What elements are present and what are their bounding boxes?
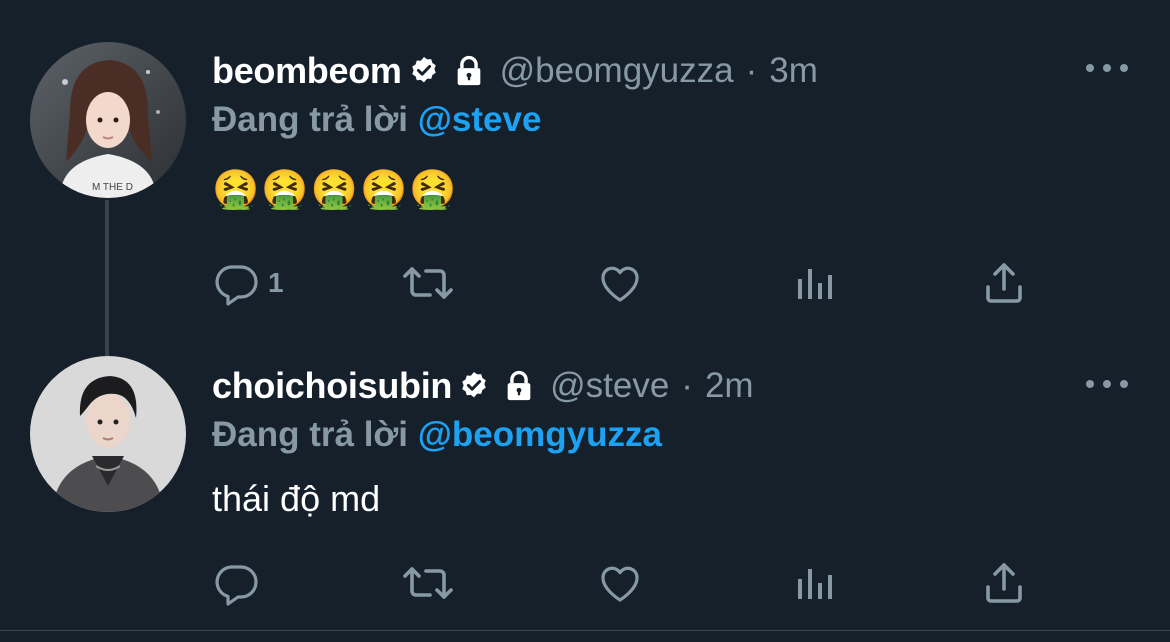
analytics-button[interactable] (790, 558, 838, 608)
separator-dot: · (745, 51, 758, 90)
separator-dot: · (681, 366, 693, 405)
share-icon (986, 563, 1022, 603)
handle[interactable]: @beomgyuzza (500, 51, 734, 91)
analytics-icon (798, 569, 832, 599)
analytics-icon (798, 269, 832, 299)
display-name[interactable]: beombeom (212, 50, 402, 92)
reply-bubble-icon (215, 565, 258, 606)
tweet-thread: M THE D beombeom @beomgyuzza · 3m Đang t… (0, 0, 1170, 642)
heart-icon (601, 566, 639, 602)
tweet-text: thái độ md (212, 478, 381, 519)
share-icon (986, 263, 1022, 303)
reply-button[interactable]: 1 (212, 258, 284, 308)
display-name[interactable]: choichoisubin (212, 365, 452, 407)
retweet-icon (403, 567, 453, 599)
action-bar: 1 (212, 258, 1042, 308)
heart-icon (601, 266, 639, 302)
like-button[interactable] (596, 258, 644, 308)
retweet-icon (403, 267, 453, 299)
reply-mention-link[interactable]: @steve (418, 100, 542, 139)
more-horizontal-icon[interactable] (1086, 374, 1128, 394)
timestamp[interactable]: 2m (705, 366, 754, 406)
reply-bubble-icon (215, 265, 258, 306)
avatar[interactable] (30, 356, 186, 512)
tweet-header: choichoisubin @steve · 2m (212, 365, 754, 407)
replying-to-label: Đang trả lời (212, 100, 409, 139)
replying-to: Đang trả lời @beomgyuzza (212, 415, 662, 455)
verified-badge-icon (408, 55, 440, 87)
tweet-choichoisubin[interactable]: choichoisubin @steve · 2m Đang trả lời @… (0, 330, 1170, 630)
divider (0, 630, 1170, 631)
more-horizontal-icon[interactable] (1086, 58, 1128, 78)
timestamp[interactable]: 3m (769, 51, 818, 91)
like-button[interactable] (596, 558, 644, 608)
reply-mention-link[interactable]: @beomgyuzza (418, 415, 662, 454)
share-button[interactable] (980, 558, 1028, 608)
avatar[interactable]: M THE D (30, 42, 186, 198)
lock-icon (452, 54, 486, 88)
reply-count: 1 (268, 267, 284, 298)
verified-badge-icon (458, 370, 490, 402)
retweet-button[interactable] (400, 558, 456, 608)
tweet-header: beombeom @beomgyuzza · 3m (212, 50, 818, 92)
tweet-beombeom[interactable]: M THE D beombeom @beomgyuzza · 3m Đang t… (0, 0, 1170, 330)
tweet-text: 🤮🤮🤮🤮🤮 (212, 169, 459, 211)
replying-to-label: Đang trả lời (212, 415, 409, 454)
share-button[interactable] (980, 258, 1028, 308)
analytics-button[interactable] (790, 258, 838, 308)
handle[interactable]: @steve (550, 366, 669, 406)
svg-text:M THE D: M THE D (92, 182, 133, 193)
lock-icon (502, 369, 536, 403)
replying-to: Đang trả lời @steve (212, 100, 541, 140)
action-bar (212, 558, 1042, 608)
reply-button[interactable] (212, 558, 268, 608)
retweet-button[interactable] (400, 258, 456, 308)
